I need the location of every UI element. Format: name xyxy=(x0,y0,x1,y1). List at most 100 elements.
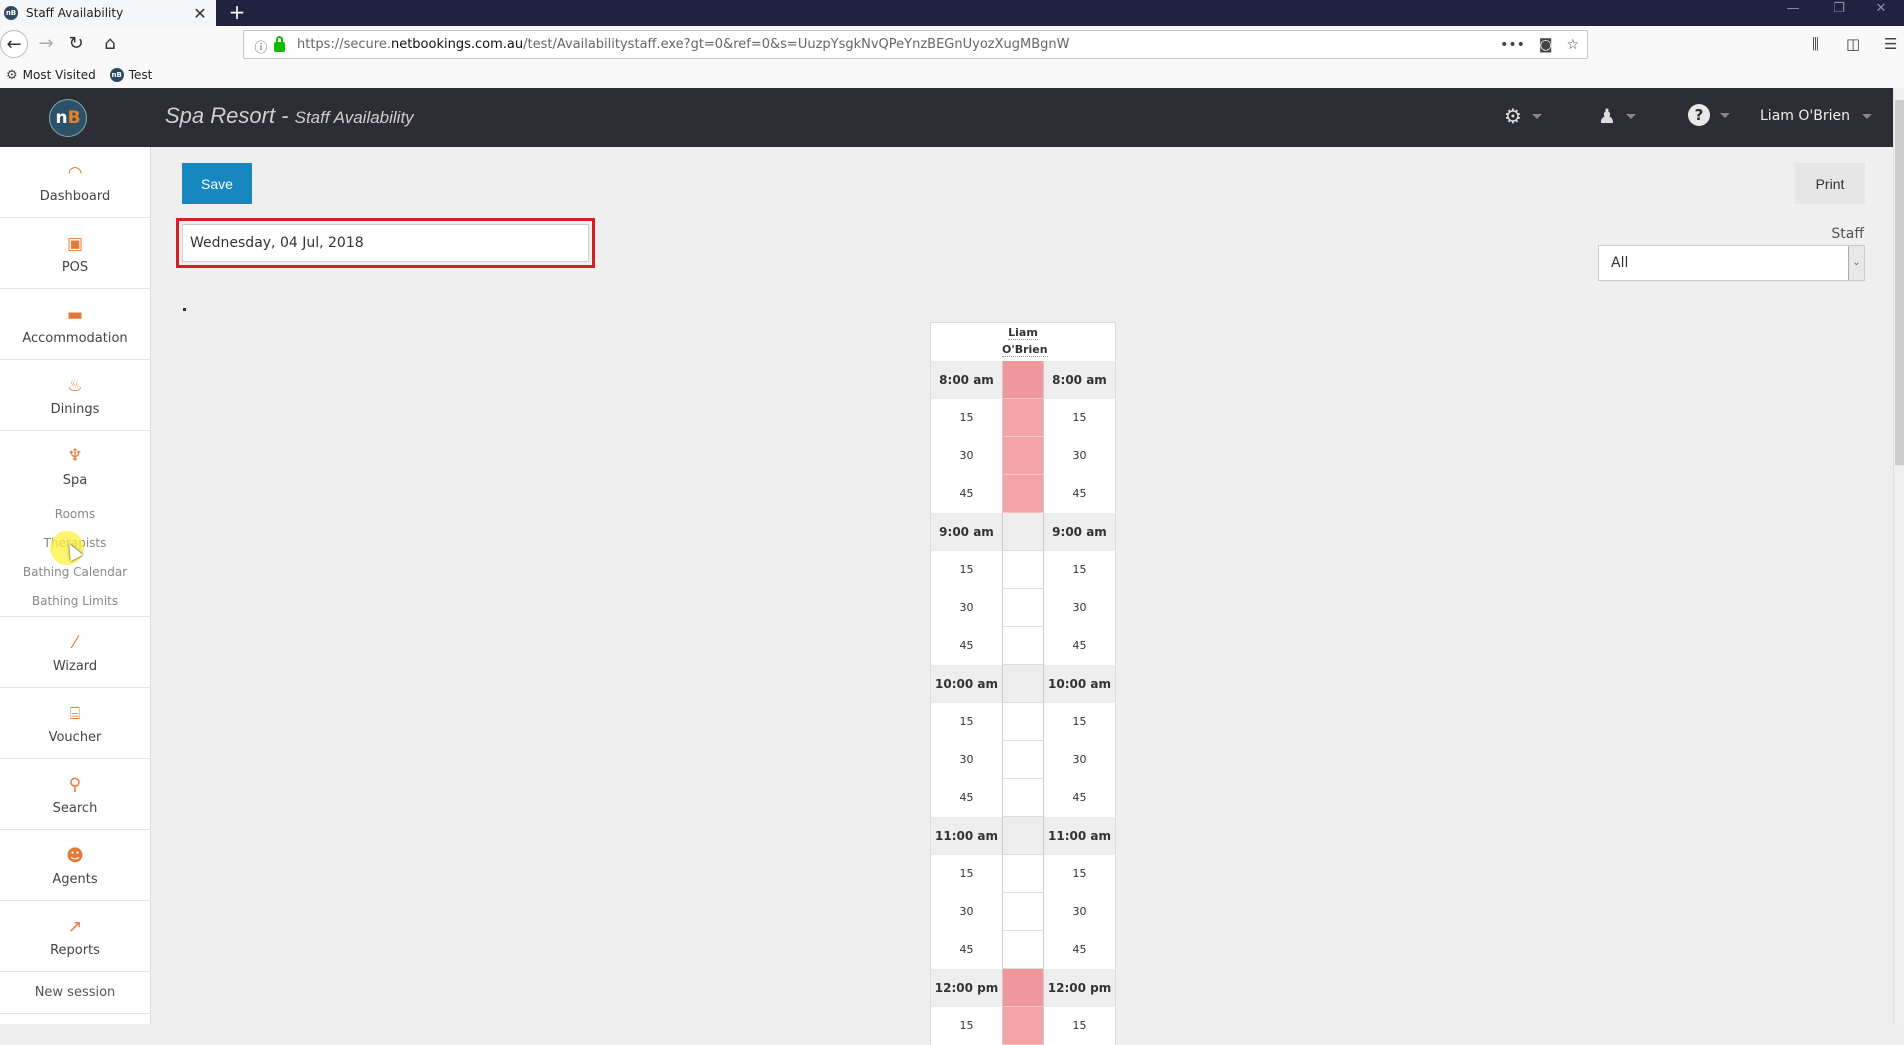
sidebar-item-agents[interactable]: ☻ Agents xyxy=(0,830,150,901)
staff-label: Staff xyxy=(1831,226,1864,242)
staff-column-header[interactable]: Liam O'Brien xyxy=(1002,323,1048,361)
sidebar-item-dinings[interactable]: ♨ Dinings xyxy=(0,360,150,431)
back-button[interactable]: ← xyxy=(0,30,28,58)
site-info-icon[interactable]: ⓘ xyxy=(252,37,270,56)
time-label-left: 15 xyxy=(959,867,974,880)
print-button[interactable]: Print xyxy=(1795,163,1865,204)
more-actions-icon[interactable]: ••• xyxy=(1500,37,1525,53)
agent-icon: ☻ xyxy=(66,846,84,866)
time-label-right: 30 xyxy=(1072,449,1087,462)
chevron-down-icon[interactable]: ⌄ xyxy=(1848,246,1864,280)
time-label-right: 15 xyxy=(1072,1019,1087,1032)
slot-available[interactable] xyxy=(1002,513,1044,551)
settings-icon: ⚙ xyxy=(1504,104,1522,128)
time-label-left: 15 xyxy=(959,715,974,728)
page-scrollbar[interactable] xyxy=(1893,88,1904,1024)
date-input[interactable] xyxy=(182,224,589,262)
scrollbar-thumb[interactable] xyxy=(1895,100,1904,465)
time-label-left: 15 xyxy=(959,1019,974,1032)
help-menu[interactable]: ? xyxy=(1688,104,1730,126)
chevron-down-icon xyxy=(1720,112,1730,118)
slot-available[interactable] xyxy=(1002,665,1044,703)
url-text[interactable]: https://secure.netbookings.com.au/test/A… xyxy=(297,37,1069,52)
availability-grid: Liam O'Brien 8:00 am 8:00 am 15 15 30 30 45 45 9… xyxy=(930,322,1116,1045)
stray-dot xyxy=(183,308,186,311)
slot-available[interactable] xyxy=(1002,893,1044,931)
sidebar-item-spa[interactable]: ♆ Spa xyxy=(0,446,150,488)
settings-menu[interactable]: ⚙ xyxy=(1504,104,1542,128)
grid-header: Liam O'Brien xyxy=(931,323,1115,361)
time-label-left: 30 xyxy=(959,449,974,462)
time-label-left: 45 xyxy=(959,943,974,956)
time-slot-row: 45 45 xyxy=(931,627,1115,665)
slot-available[interactable] xyxy=(1002,741,1044,779)
time-label-right: 15 xyxy=(1072,563,1087,576)
slot-unavailable[interactable] xyxy=(1002,969,1044,1007)
address-bar[interactable]: ⓘ https://secure.netbookings.com.au/test… xyxy=(243,30,1588,59)
slot-available[interactable] xyxy=(1002,779,1044,817)
new-session-link[interactable]: New session xyxy=(0,972,150,1014)
time-label-left: 11:00 am xyxy=(931,817,1002,855)
pocket-icon[interactable]: ◙ xyxy=(1539,37,1553,53)
slot-available[interactable] xyxy=(1002,703,1044,741)
time-slot-row: 8:00 am 8:00 am xyxy=(931,361,1115,399)
slot-unavailable[interactable] xyxy=(1002,437,1044,475)
sidebar-item-pos[interactable]: ▣ POS xyxy=(0,218,150,289)
menu-icon[interactable]: ☰ xyxy=(1884,26,1897,62)
slot-available[interactable] xyxy=(1002,551,1044,589)
time-label-left: 30 xyxy=(959,601,974,614)
minimize-icon[interactable]: — xyxy=(1770,0,1816,26)
slot-unavailable[interactable] xyxy=(1002,399,1044,437)
slot-available[interactable] xyxy=(1002,855,1044,893)
sidebar-toggle-icon[interactable]: ◫ xyxy=(1846,26,1860,62)
bookmark-star-icon[interactable]: ☆ xyxy=(1566,37,1579,53)
sidebar-subitem-bathing-limits[interactable]: Bathing Limits xyxy=(0,587,150,616)
bookmark-most-visited[interactable]: ⚙ Most Visited xyxy=(6,68,96,83)
slot-available[interactable] xyxy=(1002,817,1044,855)
time-label-right: 15 xyxy=(1072,715,1087,728)
sidebar-item-accommodation[interactable]: ▬ Accommodation xyxy=(0,289,150,360)
sidebar-item-dashboard[interactable]: ◠ Dashboard xyxy=(0,147,150,218)
close-tab-icon[interactable]: ✕ xyxy=(190,4,210,23)
sidebar-item-voucher[interactable]: ⌸ Voucher xyxy=(0,688,150,759)
restore-icon[interactable]: ❐ xyxy=(1816,0,1862,26)
sidebar-item-reports[interactable]: ↗ Reports xyxy=(0,901,150,972)
time-slot-row: 9:00 am 9:00 am xyxy=(931,513,1115,551)
time-label-right: 45 xyxy=(1072,943,1087,956)
time-slot-row: 11:00 am 11:00 am xyxy=(931,817,1115,855)
slot-unavailable[interactable] xyxy=(1002,361,1044,399)
slot-available[interactable] xyxy=(1002,627,1044,665)
user-menu[interactable]: Liam O'Brien xyxy=(1760,108,1872,124)
home-button[interactable]: ⌂ xyxy=(96,30,124,58)
new-tab-button[interactable]: + xyxy=(226,0,248,26)
time-label-right: 30 xyxy=(1072,601,1087,614)
sidebar-item-wizard[interactable]: ⁄ Wizard xyxy=(0,617,150,688)
time-slot-row: 15 15 xyxy=(931,855,1115,893)
time-label-right: 8:00 am xyxy=(1044,361,1115,399)
sidebar-item-search[interactable]: ⚲ Search xyxy=(0,759,150,830)
staff-select[interactable]: All ⌄ xyxy=(1598,245,1865,281)
time-label-right: 10:00 am xyxy=(1044,665,1115,703)
save-button[interactable]: Save xyxy=(182,163,252,204)
netbookings-logo[interactable]: nB xyxy=(49,99,87,137)
slot-unavailable[interactable] xyxy=(1002,475,1044,513)
gear-icon: ⚙ xyxy=(6,67,18,83)
chart-icon: ↗ xyxy=(67,917,83,937)
time-slot-row: 30 30 xyxy=(931,437,1115,475)
pos-icon: ▣ xyxy=(66,234,84,254)
slot-available[interactable] xyxy=(1002,589,1044,627)
forward-button[interactable]: → xyxy=(32,30,60,58)
time-label-right: 45 xyxy=(1072,791,1087,804)
bookmark-test[interactable]: nB Test xyxy=(109,68,152,82)
slot-available[interactable] xyxy=(1002,931,1044,969)
sidebar-subitem-rooms[interactable]: Rooms xyxy=(0,500,150,529)
reload-button[interactable]: ↻ xyxy=(62,30,90,58)
agent-menu[interactable]: ♟ xyxy=(1598,104,1636,128)
browser-tab[interactable]: nB Staff Availability ✕ xyxy=(0,0,216,26)
close-window-icon[interactable]: ✕ xyxy=(1858,0,1904,26)
library-icon[interactable]: ⫼ xyxy=(1812,26,1819,62)
time-label-right: 15 xyxy=(1072,411,1087,424)
slot-unavailable[interactable] xyxy=(1002,1007,1044,1045)
time-label-right: 9:00 am xyxy=(1044,513,1115,551)
lock-icon xyxy=(274,35,285,52)
